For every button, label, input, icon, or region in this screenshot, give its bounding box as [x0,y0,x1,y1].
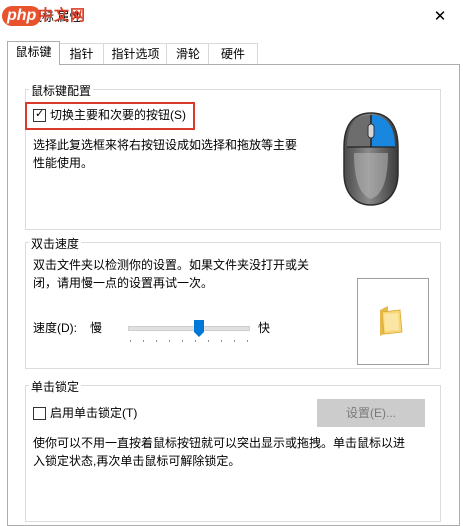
tab-label: 指针选项 [111,47,160,61]
logo-php-text: php [2,6,42,26]
double-click-group-label: 双击速度 [29,235,82,252]
tab-label: 硬件 [220,47,245,61]
settings-button-label: 设置(E)... [346,406,396,420]
switch-buttons-checkbox[interactable]: ✓ [33,108,46,122]
button-config-group-label: 鼠标键配置 [29,82,94,99]
close-button[interactable]: ✕ [417,0,463,32]
slider-thumb[interactable] [194,320,204,337]
click-lock-description-line1: 使你可以不用一直按着鼠标按钮就可以突出显示或拖拽。单击鼠标以进 [33,436,406,450]
tab-mouse-buttons[interactable]: 鼠标键 [7,41,60,65]
tab-hardware[interactable]: 硬件 [208,43,258,64]
logo-cn-text: 中文网 [38,7,87,24]
tab-strip: 鼠标键 指针 指针选项 滑轮 硬件 [7,41,459,65]
double-click-speed-slider[interactable] [126,316,252,346]
speed-fast-label: 快 [258,321,271,335]
tab-label: 指针 [69,47,94,61]
click-lock-label[interactable]: 启用单击锁定(T) [50,404,137,422]
click-lock-settings-button[interactable]: 设置(E)... [317,399,425,427]
mouse-icon [340,111,402,207]
slider-track [128,326,250,331]
double-click-description-line1: 双击文件夹以检测你的设置。如果文件夹没打开或关 [33,258,310,272]
check-icon: ✓ [35,108,45,120]
double-click-description-line2: 闭，请用慢一点的设置再试一次。 [33,276,214,290]
tab-pointer-options[interactable]: 指针选项 [103,43,168,64]
slider-ticks [130,340,248,342]
test-folder-area[interactable] [357,278,429,365]
click-lock-description-line2: 入锁定状态,再次单击鼠标可解除锁定。 [33,454,241,468]
speed-slow-label: 慢 [90,321,103,335]
click-lock-checkbox[interactable] [33,407,46,420]
tab-wheel[interactable]: 滑轮 [166,43,210,64]
switch-buttons-label[interactable]: 切换主要和次要的按钮(S) [50,106,186,124]
close-icon: ✕ [433,8,447,25]
switch-description-line2: 性能使用。 [33,156,94,170]
speed-label: 速度(D): [33,321,77,335]
folder-icon[interactable] [378,306,404,336]
tab-label: 鼠标键 [15,45,52,59]
click-lock-group-label: 单击锁定 [29,378,82,395]
tab-pointers[interactable]: 指针 [58,43,105,64]
tab-label: 滑轮 [175,47,200,61]
watermark-logo: php 中文网 [0,0,92,30]
switch-description-line1: 选择此复选框来将右按钮设成如选择和拖放等主要 [33,138,298,152]
